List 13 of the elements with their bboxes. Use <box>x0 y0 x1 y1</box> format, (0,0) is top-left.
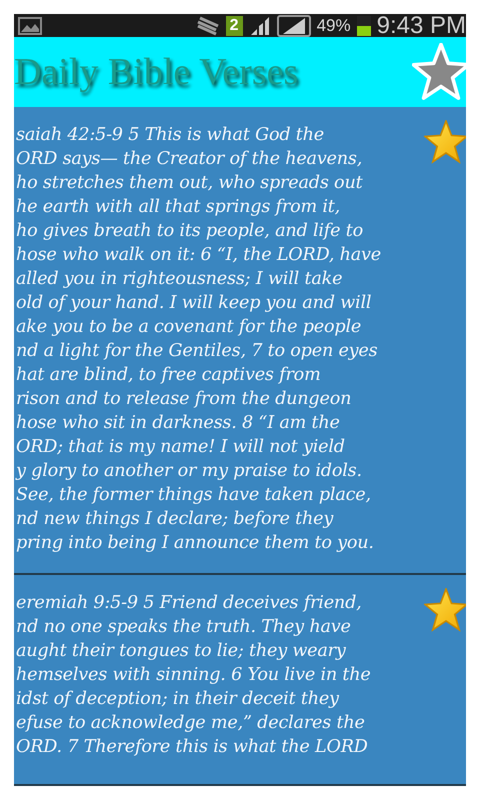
signal-icon <box>248 14 271 37</box>
favorite-star-button[interactable] <box>424 120 466 164</box>
app-title: Daily Bible Verses <box>14 50 300 94</box>
verse-text: saiah 42:5-9 5 This is what God the ORD says— the Creator of the heavens, ho stretches them out, who spreads out he earth with all that springs from it, ho gives breath to its people, and life to hose who walk on it: 6 “I, the LORD, have alled you in righteousness; I will take old of your hand. I will keep you and will ake you to be a covenant for the people nd a light for the Gentiles, 7 to open eyes hat are blind, to free captives from rison and to release from the dungeon hose who sit in darkness. 8 “I am the ORD; that is my name! I will not yield y glory to another or my praise to idols. See, the former things have taken place, nd new things I declare; before they pring into being I announce them to you. <box>14 124 382 556</box>
muted-icon <box>196 16 220 36</box>
battery-percent: 49% <box>316 16 351 36</box>
favorite-star-button[interactable] <box>424 588 466 632</box>
gallery-icon <box>18 16 42 35</box>
favorites-star-button[interactable] <box>412 43 466 102</box>
notification-badge: 2 <box>226 16 243 36</box>
verse-text: eremiah 9:5-9 5 Friend deceives friend, nd no one speaks the truth. They have aught their tongues to lie; they weary hemselves with sinning. 6 You live in the idst of deception; in their deceit they efuse to acknowledge me,” declares the ORD. 7 Therefore this is what the LORD <box>15 592 372 759</box>
signal-icon <box>276 14 311 37</box>
clock: 9:43 PM <box>376 14 466 38</box>
